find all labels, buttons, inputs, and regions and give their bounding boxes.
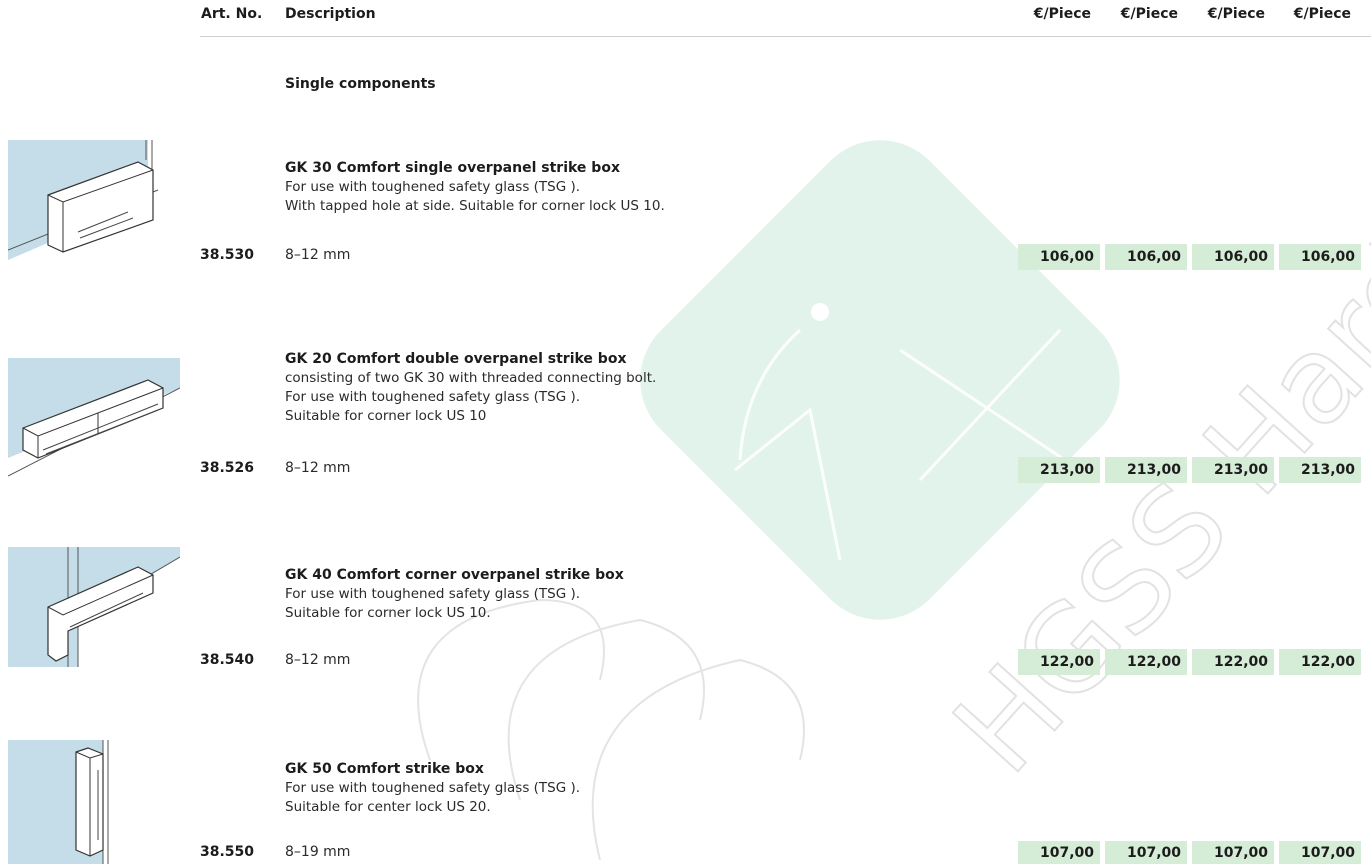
section-title: Single components xyxy=(285,76,436,92)
price-header-4: €/Piece xyxy=(1293,6,1351,22)
art-no-header: Art. No. xyxy=(201,6,263,22)
product-title: GK 20 Comfort double overpanel strike bo… xyxy=(285,351,627,367)
watermark-logo: HGSS Hardware xyxy=(417,0,1371,861)
product-description-line: Suitable for corner lock US 10. xyxy=(285,605,491,621)
price-cell: 213,00 xyxy=(1018,457,1100,483)
price-cell: 106,00 xyxy=(1018,244,1100,270)
product-description-line: For use with toughened safety glass (TSG… xyxy=(285,179,581,195)
price-cell: 122,00 xyxy=(1018,649,1100,675)
article-number: 38.540 xyxy=(199,652,254,668)
article-number: 38.526 xyxy=(199,460,254,476)
price-cell: 107,00 xyxy=(1105,841,1187,864)
product-description-line: Suitable for center lock US 20. xyxy=(285,799,491,815)
price-cell: 107,00 xyxy=(1018,841,1100,864)
single-strike-box-thumbnail xyxy=(8,140,180,260)
corner-strike-box-thumbnail xyxy=(8,547,180,667)
product-description-line: For use with toughened safety glass (TSG… xyxy=(285,389,581,405)
glass-thickness: 8–12 mm xyxy=(285,247,351,263)
product-title: GK 30 Comfort single overpanel strike bo… xyxy=(285,160,620,176)
price-cell: 122,00 xyxy=(1279,649,1361,675)
price-cell: 213,00 xyxy=(1192,457,1274,483)
product-description-line: consisting of two GK 30 with threaded co… xyxy=(285,370,657,386)
price-cell: 106,00 xyxy=(1192,244,1274,270)
header-divider xyxy=(200,36,1371,37)
glass-thickness: 8–12 mm xyxy=(285,652,351,668)
product-description-line: With tapped hole at side. Suitable for c… xyxy=(285,198,665,214)
glass-thickness: 8–19 mm xyxy=(285,844,351,860)
price-cell: 106,00 xyxy=(1279,244,1361,270)
price-cell: 213,00 xyxy=(1105,457,1187,483)
price-cell: 107,00 xyxy=(1192,841,1274,864)
article-number: 38.530 xyxy=(199,247,254,263)
description-header: Description xyxy=(285,6,376,22)
article-number: 38.550 xyxy=(199,844,254,860)
price-cell: 122,00 xyxy=(1105,649,1187,675)
product-description-line: Suitable for corner lock US 10 xyxy=(285,408,487,424)
product-title: GK 50 Comfort strike box xyxy=(285,761,484,777)
price-cell: 107,00 xyxy=(1279,841,1361,864)
price-header-2: €/Piece xyxy=(1120,6,1178,22)
glass-thickness: 8–12 mm xyxy=(285,460,351,476)
price-cell: 122,00 xyxy=(1192,649,1274,675)
price-cell: 106,00 xyxy=(1105,244,1187,270)
watermark-text: HGSS Hardware xyxy=(928,0,1371,799)
price-cell: 213,00 xyxy=(1279,457,1361,483)
price-header-1: €/Piece xyxy=(1033,6,1091,22)
product-title: GK 40 Comfort corner overpanel strike bo… xyxy=(285,567,624,583)
product-description-line: For use with toughened safety glass (TSG… xyxy=(285,780,581,796)
price-header-3: €/Piece xyxy=(1207,6,1265,22)
product-description-line: For use with toughened safety glass (TSG… xyxy=(285,586,581,602)
